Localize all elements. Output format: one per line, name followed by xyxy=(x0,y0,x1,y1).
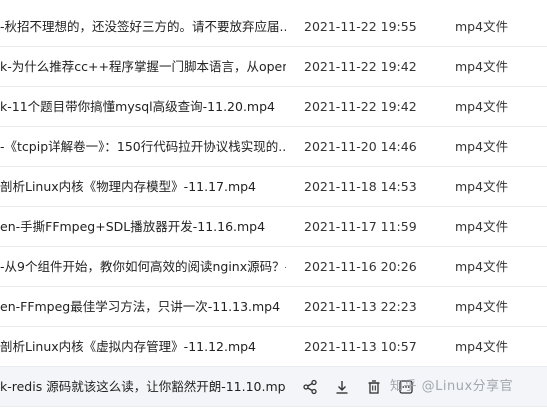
file-type: mp4文件 xyxy=(455,259,509,274)
file-type: mp4文件 xyxy=(455,339,509,354)
file-name: en-FFmpeg最佳学习方法，只讲一次-11.13.mp4 xyxy=(0,299,281,314)
file-name: k-11个题目带你搞懂mysql高级查询-11.20.mp4 xyxy=(0,99,275,114)
file-name: en-手撕FFmpeg+SDL播放器开发-11.16.mp4 xyxy=(0,219,266,234)
file-row[interactable]: 剖析Linux内核《物理内存模型》-11.17.mp4 2021-11-18 1… xyxy=(0,167,547,207)
file-type: mp4文件 xyxy=(455,299,509,314)
file-date: 2021-11-17 11:59 xyxy=(304,219,417,234)
file-row[interactable]: -秋招不理想的，还没签好三方的。请不要放弃应届... 2021-11-22 19… xyxy=(0,0,547,47)
file-name: k-为什么推荐cc++程序掌握一门脚本语言，从openr... xyxy=(0,59,286,74)
file-row[interactable]: -《tcpip详解卷一》：150行代码拉开协议栈实现的... 2021-11-2… xyxy=(0,127,547,167)
delete-icon[interactable] xyxy=(364,377,384,397)
file-row[interactable]: k-11个题目带你搞懂mysql高级查询-11.20.mp4 2021-11-2… xyxy=(0,87,547,127)
file-name: k-redis 源码就该这么读，让你豁然开朗-11.10.mp4 xyxy=(0,379,286,394)
file-date: 2021-11-22 19:55 xyxy=(304,19,417,34)
file-date: 2021-11-13 10:57 xyxy=(304,339,417,354)
file-date: 2021-11-20 14:46 xyxy=(304,139,417,154)
file-row[interactable]: k-为什么推荐cc++程序掌握一门脚本语言，从openr... 2021-11-… xyxy=(0,47,547,87)
file-name: -秋招不理想的，还没签好三方的。请不要放弃应届... xyxy=(0,19,286,34)
file-type: mp4文件 xyxy=(455,19,509,34)
download-icon[interactable] xyxy=(332,377,352,397)
file-name: -从9个组件开始，教你如何高效的阅读nginx源码？-... xyxy=(0,259,286,274)
file-type: mp4文件 xyxy=(455,179,509,194)
file-type: mp4文件 xyxy=(455,139,509,154)
file-row-hovered[interactable]: k-redis 源码就该这么读，让你豁然开朗-11.10.mp4 知乎 @Lin… xyxy=(0,367,547,407)
file-name: 剖析Linux内核《物理内存模型》-11.17.mp4 xyxy=(0,179,257,194)
file-type: mp4文件 xyxy=(455,59,509,74)
file-row[interactable]: 剖析Linux内核《虚拟内存管理》-11.12.mp4 2021-11-13 1… xyxy=(0,327,547,367)
file-name: 剖析Linux内核《虚拟内存管理》-11.12.mp4 xyxy=(0,339,257,354)
file-type: mp4文件 xyxy=(455,99,509,114)
file-date: 2021-11-18 14:53 xyxy=(304,179,417,194)
file-date: 2021-11-13 22:23 xyxy=(304,299,417,314)
file-date: 2021-11-22 19:42 xyxy=(304,59,417,74)
file-row[interactable]: en-FFmpeg最佳学习方法，只讲一次-11.13.mp4 2021-11-1… xyxy=(0,287,547,327)
file-date: 2021-11-22 19:42 xyxy=(304,99,417,114)
share-icon[interactable] xyxy=(300,377,320,397)
file-date: 2021-11-16 20:26 xyxy=(304,259,417,274)
file-type: mp4文件 xyxy=(455,219,509,234)
file-row[interactable]: -从9个组件开始，教你如何高效的阅读nginx源码？-... 2021-11-1… xyxy=(0,247,547,287)
file-list: -秋招不理想的，还没签好三方的。请不要放弃应届... 2021-11-22 19… xyxy=(0,0,547,407)
file-name: -《tcpip详解卷一》：150行代码拉开协议栈实现的... xyxy=(0,139,286,154)
watermark: 知乎 @Linux分享官 xyxy=(390,379,514,394)
file-row[interactable]: en-手撕FFmpeg+SDL播放器开发-11.16.mp4 2021-11-1… xyxy=(0,207,547,247)
